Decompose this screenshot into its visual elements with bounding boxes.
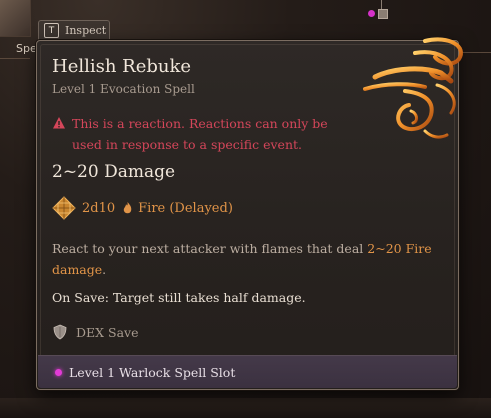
spell-subtitle: Level 1 Evocation Spell bbox=[52, 82, 195, 96]
spell-slot-dot-icon bbox=[55, 368, 62, 376]
spell-slot-indicator-dot bbox=[368, 10, 375, 17]
hotbar-background bbox=[0, 398, 491, 418]
warning-icon bbox=[53, 117, 65, 129]
spell-slot-label: Level 1 Warlock Spell Slot bbox=[69, 364, 236, 380]
spell-title: Hellish Rebuke bbox=[52, 56, 192, 77]
spell-slot-footer: Level 1 Warlock Spell Slot bbox=[38, 355, 457, 388]
keybind-t-icon: T bbox=[44, 23, 59, 38]
game-screen: Spe T Inspect Hellish Rebuke Level 1 Evo… bbox=[0, 0, 491, 418]
damage-type: Fire (Delayed) bbox=[138, 200, 233, 216]
hud-divider bbox=[381, 0, 382, 9]
hellish-rebuke-art-icon bbox=[363, 37, 463, 139]
damage-heading: 2~20 Damage bbox=[52, 162, 176, 182]
saving-throw-row: DEX Save bbox=[52, 324, 139, 340]
description-end: . bbox=[102, 262, 107, 277]
inspect-label: Inspect bbox=[65, 24, 107, 37]
reaction-warning-text: This is a reaction. Reactions can only b… bbox=[72, 116, 328, 152]
flame-icon bbox=[123, 201, 132, 213]
on-save-text: On Save: Target still takes half damage. bbox=[52, 290, 306, 305]
description-text: React to your next attacker with flames … bbox=[52, 241, 368, 256]
hud-divider bbox=[0, 58, 30, 59]
hotbar-spell-icon[interactable] bbox=[0, 0, 31, 37]
damage-dice-row: 2d10 Fire (Delayed) bbox=[52, 196, 233, 220]
inspect-button[interactable]: T Inspect bbox=[38, 20, 110, 40]
d10-icon bbox=[52, 196, 76, 220]
saving-throw-label: DEX Save bbox=[76, 324, 139, 340]
dice-value: 2d10 bbox=[82, 200, 116, 216]
hotbar-spells-label: Spe bbox=[16, 42, 37, 55]
hud-slot-square bbox=[378, 9, 388, 19]
spell-tooltip: Hellish Rebuke Level 1 Evocation Spell T… bbox=[36, 37, 463, 390]
spell-description: React to your next attacker with flames … bbox=[52, 238, 432, 280]
shield-icon bbox=[53, 324, 67, 340]
reaction-warning: This is a reaction. Reactions can only b… bbox=[52, 113, 342, 155]
